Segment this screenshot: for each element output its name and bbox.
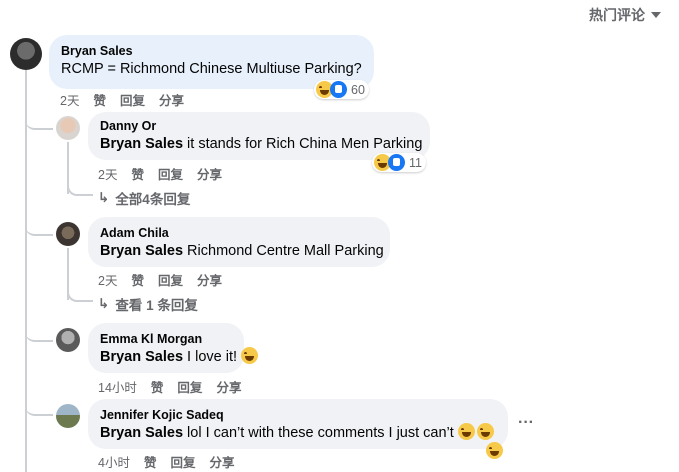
comment-author[interactable]: Adam Chila [100, 225, 378, 241]
view-replies-link[interactable]: ↳ 全部4条回复 [98, 188, 190, 208]
avatar[interactable] [56, 328, 80, 352]
like-button[interactable]: 赞 [144, 452, 157, 471]
view-replies-label: 查看 1 条回复 [115, 298, 198, 313]
chevron-down-icon [651, 12, 661, 18]
comment-timestamp[interactable]: 2天 [98, 270, 117, 289]
like-button[interactable]: 赞 [151, 377, 164, 396]
haha-emoji-icon-wrap [486, 442, 503, 464]
comment-actions: 2天 赞 回复 分享 [60, 90, 184, 109]
haha-emoji-icon [476, 423, 494, 440]
reaction-count: 60 [351, 82, 365, 97]
mention-link[interactable]: Bryan Sales [100, 243, 183, 259]
avatar[interactable] [10, 38, 42, 70]
avatar[interactable] [56, 404, 80, 428]
comment-bubble: Adam Chila Bryan Sales Richmond Centre M… [88, 217, 390, 267]
view-replies-label: 全部4条回复 [115, 192, 191, 207]
thread-connector [25, 108, 53, 130]
reply-button[interactable]: 回复 [158, 164, 183, 183]
comment-bubble: Jennifer Kojic Sadeq Bryan Sales lol I c… [88, 399, 508, 449]
thread-connector [25, 398, 53, 416]
comment-actions: 2天 赞 回复 分享 [98, 270, 222, 289]
comment-timestamp[interactable]: 2天 [60, 90, 79, 109]
sort-label: 热门评论 [589, 7, 645, 23]
share-button[interactable]: 分享 [216, 377, 241, 396]
reply-button[interactable]: 回复 [120, 90, 145, 109]
comment-timestamp[interactable]: 2天 [98, 164, 117, 183]
comment-timestamp[interactable]: 4小时 [98, 452, 130, 471]
more-options-button[interactable]: ··· [518, 414, 534, 432]
comment-text: RCMP = Richmond Chinese Multiuse Parking… [61, 61, 362, 77]
like-button[interactable]: 赞 [93, 90, 106, 109]
comment-text: lol I can’t with these comments I just c… [183, 425, 454, 441]
view-replies-link[interactable]: ↳ 查看 1 条回复 [98, 294, 198, 314]
reaction-summary[interactable]: 11 [372, 153, 426, 172]
avatar[interactable] [56, 116, 80, 140]
comment-actions: 2天 赞 回复 分享 [98, 164, 222, 183]
reply-button[interactable]: 回复 [177, 377, 202, 396]
comment-bubble: Emma Kl Morgan Bryan Sales I love it! [88, 323, 259, 373]
comment-timestamp[interactable]: 14小时 [98, 377, 137, 396]
like-reaction-icon [330, 81, 347, 98]
comment-text: I love it! [183, 349, 238, 365]
mention-link[interactable]: Bryan Sales [100, 425, 183, 441]
reply-button[interactable]: 回复 [170, 452, 195, 471]
haha-emoji-icon [241, 347, 259, 364]
reaction-count: 11 [409, 155, 422, 170]
share-button[interactable]: 分享 [209, 452, 234, 471]
thread-connector [25, 214, 53, 236]
mention-link[interactable]: Bryan Sales [100, 349, 183, 365]
share-button[interactable]: 分享 [197, 270, 222, 289]
sort-dropdown[interactable]: 热门评论 [589, 5, 661, 25]
share-button[interactable]: 分享 [197, 164, 222, 183]
reply-button[interactable]: 回复 [158, 270, 183, 289]
comment-actions: 4小时 赞 回复 分享 [98, 452, 235, 471]
comment-text: Richmond Centre Mall Parking [183, 243, 384, 259]
haha-emoji-icon [486, 442, 503, 459]
like-button[interactable]: 赞 [131, 164, 144, 183]
thread-connector [25, 322, 53, 342]
comment-text: it stands for Rich China Men Parking [183, 136, 423, 152]
share-button[interactable]: 分享 [159, 90, 184, 109]
thread-connector [67, 284, 93, 302]
comment-actions: 14小时 赞 回复 分享 [98, 377, 241, 396]
comment-author[interactable]: Jennifer Kojic Sadeq [100, 407, 496, 423]
comment-author[interactable]: Emma Kl Morgan [100, 331, 232, 347]
avatar[interactable] [56, 222, 80, 246]
comment-author[interactable]: Danny Or [100, 118, 418, 134]
mention-link[interactable]: Bryan Sales [100, 136, 183, 152]
like-button[interactable]: 赞 [131, 270, 144, 289]
reply-arrow-icon: ↳ [98, 190, 110, 205]
haha-emoji-icon [457, 423, 475, 440]
reply-arrow-icon: ↳ [98, 296, 110, 311]
like-reaction-icon [388, 154, 405, 171]
reaction-summary[interactable]: 60 [314, 80, 369, 99]
thread-connector [67, 178, 93, 196]
comment-author[interactable]: Bryan Sales [61, 43, 362, 59]
